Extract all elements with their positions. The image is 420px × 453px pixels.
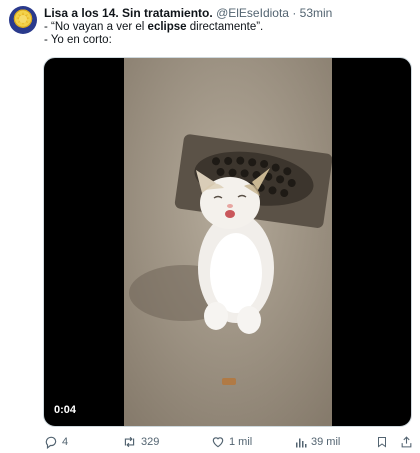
separator-dot: · (292, 6, 297, 20)
retweet-icon (124, 436, 135, 448)
like-button[interactable]: 1 mil (211, 434, 252, 450)
views-chart-icon (296, 438, 307, 447)
tweet: Lisa a los 14. Sin tratamiento. @ElEseId… (0, 0, 420, 453)
views-button[interactable]: 39 mil (295, 434, 340, 450)
tweet-text: - “No vayan a ver el eclipse directament… (44, 21, 263, 47)
like-count: 1 mil (229, 436, 253, 448)
retweet-count: 329 (141, 436, 160, 448)
tweet-header: Lisa a los 14. Sin tratamiento. @ElEseId… (44, 6, 332, 20)
share-icon (401, 436, 412, 448)
video-duration: 0:04 (54, 404, 77, 416)
heart-icon (212, 437, 224, 448)
text-suffix: directamente”. (186, 21, 264, 33)
share-button[interactable] (400, 434, 413, 450)
reply-button[interactable]: 4 (44, 434, 68, 450)
video-frame[interactable] (124, 58, 332, 426)
text-bold-word: eclipse (147, 21, 187, 33)
tweet-text-line-2: - Yo en corto: (44, 34, 112, 46)
tweet-text-line-1: - “No vayan a ver el eclipse directament… (44, 21, 263, 34)
bookmark-button[interactable] (376, 434, 388, 450)
views-count: 39 mil (311, 436, 341, 448)
tweet-time[interactable]: 53min (300, 6, 333, 20)
author-handle[interactable]: @ElEseIdiota (216, 6, 289, 20)
reply-count: 4 (62, 436, 69, 448)
text-prefix: - “No vayan a ver el (44, 21, 148, 33)
author-name[interactable]: Lisa a los 14. Sin tratamiento. (44, 6, 213, 20)
action-bar: 4 329 1 mil 39 mil (44, 434, 416, 450)
video-player[interactable]: 0:04 (43, 57, 412, 427)
retweet-button[interactable]: 329 (122, 434, 159, 450)
reply-icon (45, 436, 57, 449)
bookmark-icon (378, 437, 386, 448)
avatar[interactable] (9, 6, 37, 34)
